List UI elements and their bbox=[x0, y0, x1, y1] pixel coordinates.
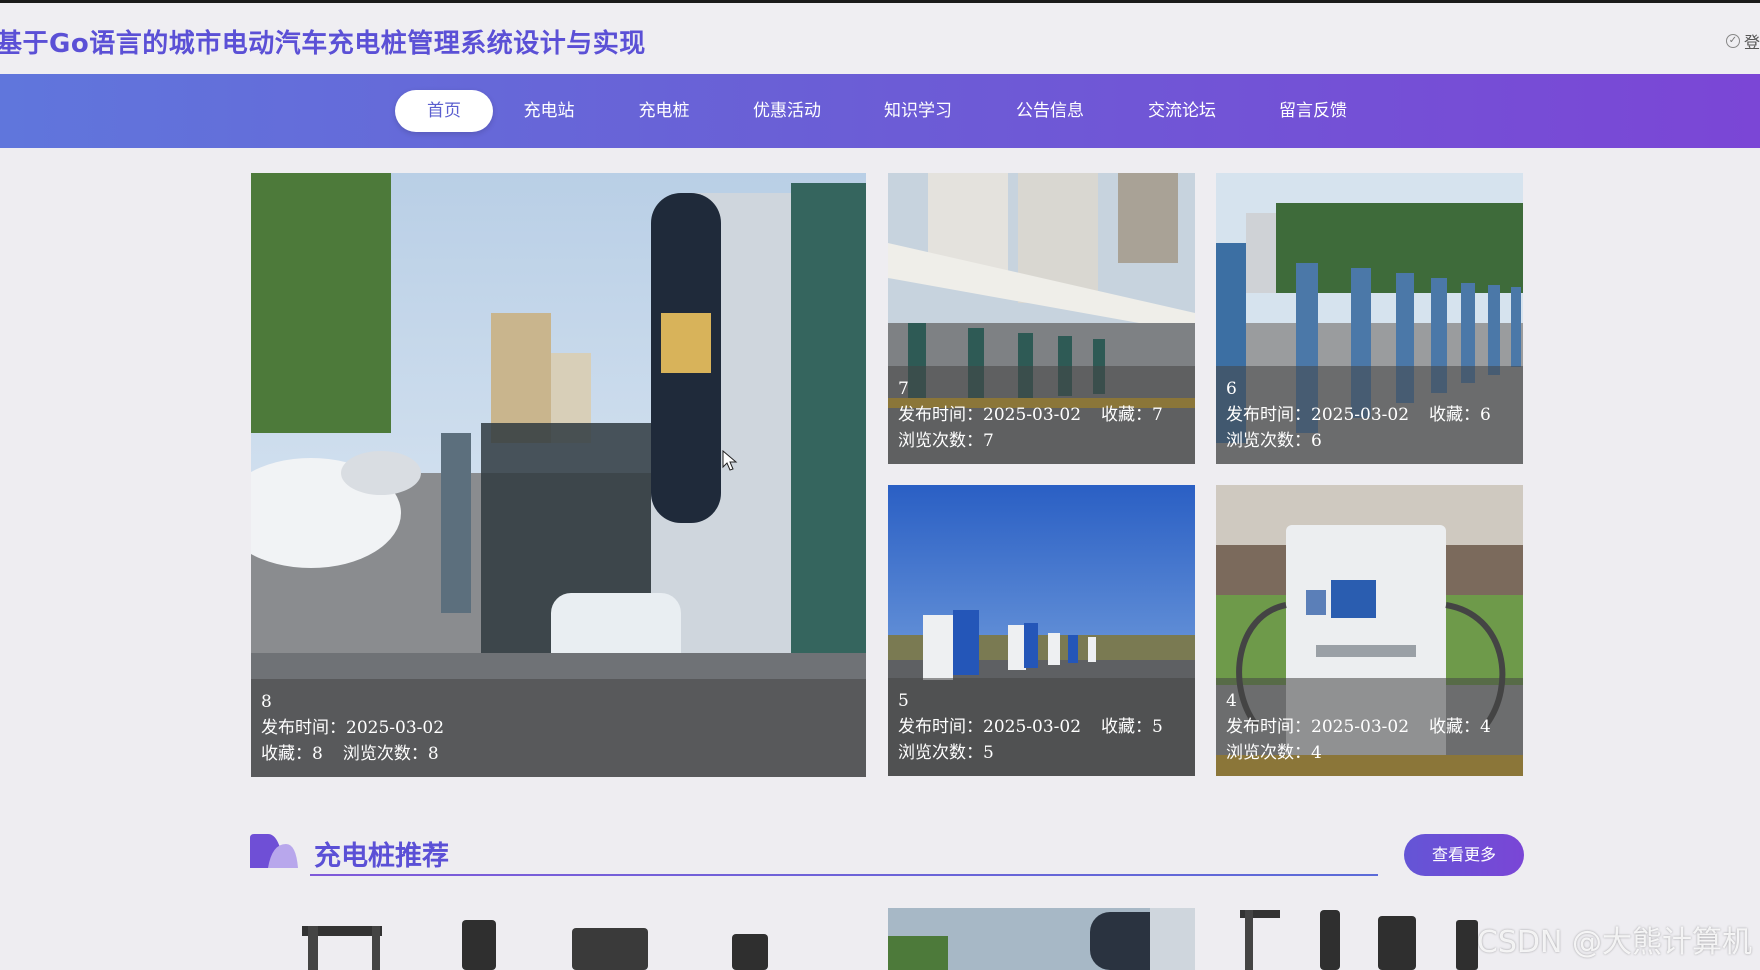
favorites-count: 5 bbox=[1152, 717, 1163, 737]
card-date-line: 发布时间：2025-03-02 收藏：7 bbox=[898, 402, 1185, 428]
views-label: 浏览次数： bbox=[898, 431, 983, 451]
favorites-label: 收藏： bbox=[1429, 405, 1481, 425]
nav-item-home[interactable]: 首页 bbox=[395, 90, 493, 132]
publish-time-label: 发布时间： bbox=[898, 405, 983, 425]
card-date-line: 发布时间：2025-03-02 收藏：4 bbox=[1226, 714, 1513, 740]
card-title: 7 bbox=[898, 379, 909, 399]
csdn-watermark: CSDN @大熊计算机 bbox=[1476, 925, 1752, 960]
views-count: 5 bbox=[983, 743, 994, 763]
card-title: 6 bbox=[1226, 379, 1237, 399]
favorites-count: 7 bbox=[1152, 405, 1163, 425]
card-stats-line: 浏览次数：7 bbox=[898, 428, 1185, 454]
favorites-count: 4 bbox=[1480, 717, 1491, 737]
card-stats-line: 浏览次数：4 bbox=[1226, 740, 1513, 766]
card-caption: 6 发布时间：2025-03-02 收藏：6 浏览次数：6 bbox=[1216, 366, 1523, 464]
card-title: 8 bbox=[261, 692, 272, 712]
publish-date: 2025-03-02 bbox=[346, 718, 445, 738]
nav-item-promotions[interactable]: 优惠活动 bbox=[753, 90, 821, 132]
nav-item-charging-pile[interactable]: 充电桩 bbox=[639, 90, 690, 132]
views-label: 浏览次数： bbox=[1226, 743, 1311, 763]
site-title: 基于Go语言的城市电动汽车充电桩管理系统设计与实现 bbox=[0, 29, 646, 59]
publish-time-label: 发布时间： bbox=[261, 718, 346, 738]
views-count: 6 bbox=[1311, 431, 1322, 451]
views-count: 7 bbox=[983, 431, 994, 451]
publish-date: 2025-03-02 bbox=[1311, 405, 1410, 425]
card-caption: 5 发布时间：2025-03-02 收藏：5 浏览次数：5 bbox=[888, 678, 1195, 776]
views-label: 浏览次数： bbox=[898, 743, 983, 763]
login-label: 登 bbox=[1743, 33, 1760, 52]
section-divider bbox=[310, 874, 1378, 876]
section-header: 充电桩推荐 查看更多 bbox=[250, 826, 1524, 876]
views-count: 4 bbox=[1311, 743, 1322, 763]
card-title: 5 bbox=[898, 691, 909, 711]
publish-time-label: 发布时间： bbox=[1226, 717, 1311, 737]
check-circle-icon: ✓ bbox=[1725, 34, 1740, 48]
favorites-label: 收藏： bbox=[261, 744, 312, 764]
card-caption: 4 发布时间：2025-03-02 收藏：4 浏览次数：4 bbox=[1216, 678, 1523, 776]
card-stats-line: 浏览次数：5 bbox=[898, 740, 1185, 766]
publish-date: 2025-03-02 bbox=[983, 717, 1082, 737]
featured-card-large[interactable]: 8 发布时间：2025-03-02 收藏：8 浏览次数：8 bbox=[251, 173, 866, 777]
section-title: 充电桩推荐 bbox=[314, 841, 449, 872]
card-stats-line: 浏览次数：6 bbox=[1226, 428, 1513, 454]
login-link[interactable]: ✓ 登 bbox=[1725, 29, 1760, 53]
nav-item-charging-station[interactable]: 充电站 bbox=[524, 90, 575, 132]
favorites-label: 收藏： bbox=[1101, 405, 1153, 425]
favorites-count: 6 bbox=[1480, 405, 1491, 425]
featured-card-small[interactable]: 7 发布时间：2025-03-02 收藏：7 浏览次数：7 bbox=[888, 173, 1195, 464]
favorites-label: 收藏： bbox=[1429, 717, 1481, 737]
card-caption: 7 发布时间：2025-03-02 收藏：7 浏览次数：7 bbox=[888, 366, 1195, 464]
publish-date: 2025-03-02 bbox=[983, 405, 1082, 425]
nav-item-forum[interactable]: 交流论坛 bbox=[1148, 90, 1216, 132]
publish-time-label: 发布时间： bbox=[1226, 405, 1311, 425]
publish-date: 2025-03-02 bbox=[1311, 717, 1410, 737]
section-title-icon bbox=[250, 834, 298, 868]
card-caption: 8 发布时间：2025-03-02 收藏：8 浏览次数：8 bbox=[251, 679, 866, 777]
featured-card-small[interactable]: 4 发布时间：2025-03-02 收藏：4 浏览次数：4 bbox=[1216, 485, 1523, 776]
card-title: 4 bbox=[1226, 691, 1237, 711]
recommend-item-thumbnail[interactable] bbox=[1240, 910, 1478, 970]
nav-item-announcements[interactable]: 公告信息 bbox=[1016, 90, 1084, 132]
views-label: 浏览次数： bbox=[1226, 431, 1311, 451]
card-date-line: 发布时间：2025-03-02 bbox=[261, 715, 856, 741]
card-date-line: 发布时间：2025-03-02 收藏：5 bbox=[898, 714, 1185, 740]
views-count: 8 bbox=[427, 744, 439, 764]
publish-time-label: 发布时间： bbox=[898, 717, 983, 737]
header: 基于Go语言的城市电动汽车充电桩管理系统设计与实现 ✓ 登 bbox=[0, 3, 1760, 74]
nav-item-knowledge[interactable]: 知识学习 bbox=[884, 90, 952, 132]
nav-item-feedback[interactable]: 留言反馈 bbox=[1279, 90, 1347, 132]
favorites-label: 收藏： bbox=[1101, 717, 1153, 737]
recommend-item-thumbnail[interactable] bbox=[302, 920, 768, 970]
view-more-button[interactable]: 查看更多 bbox=[1404, 834, 1524, 876]
card-stats-line: 收藏：8 浏览次数：8 bbox=[261, 741, 856, 767]
card-date-line: 发布时间：2025-03-02 收藏：6 bbox=[1226, 402, 1513, 428]
recommend-item-thumbnail[interactable] bbox=[888, 908, 1195, 970]
featured-card-small[interactable]: 5 发布时间：2025-03-02 收藏：5 浏览次数：5 bbox=[888, 485, 1195, 776]
main-nav: 首页 充电站 充电桩 优惠活动 知识学习 公告信息 交流论坛 留言反馈 bbox=[0, 74, 1760, 148]
favorites-count: 8 bbox=[312, 744, 323, 764]
mouse-cursor-icon bbox=[722, 450, 738, 471]
views-label: 浏览次数： bbox=[342, 744, 428, 764]
featured-card-small[interactable]: 6 发布时间：2025-03-02 收藏：6 浏览次数：6 bbox=[1216, 173, 1523, 464]
